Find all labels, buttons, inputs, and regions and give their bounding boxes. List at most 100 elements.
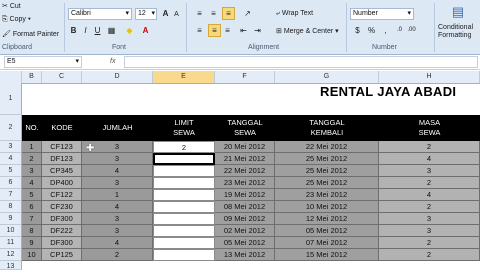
cell-jumlah[interactable]: 1 — [82, 189, 153, 201]
cell-tanggal-kembali[interactable]: 10 Mei 2012 — [275, 201, 379, 213]
cell-jumlah[interactable]: 4 — [82, 237, 153, 249]
cell-jumlah[interactable]: 4 — [82, 201, 153, 213]
column-header[interactable]: D — [82, 71, 153, 83]
cell-tanggal-sewa[interactable]: 09 Mei 2012 — [215, 213, 275, 225]
cell-limit[interactable] — [153, 189, 215, 201]
cell-no[interactable]: 9 — [22, 237, 42, 249]
grow-font-icon[interactable]: A — [160, 8, 171, 19]
copy-button[interactable]: ⎘ Copy ▾ — [2, 16, 31, 24]
cell-jumlah[interactable]: 3 — [82, 213, 153, 225]
cell-tanggal-kembali[interactable]: 15 Mei 2012 — [275, 249, 379, 261]
cell-no[interactable]: 5 — [22, 189, 42, 201]
row-header[interactable]: 7 — [0, 189, 22, 201]
align-left-icon[interactable]: ≡ — [194, 25, 205, 36]
borders-icon[interactable]: ▦ — [106, 25, 117, 36]
cell-tanggal-sewa[interactable]: 20 Mei 2012 — [215, 141, 275, 153]
cell-tanggal-sewa[interactable]: 05 Mei 2012 — [215, 237, 275, 249]
cell-masa-sewa[interactable]: 4 — [379, 189, 480, 201]
row-header[interactable]: 4 — [0, 153, 22, 165]
cell-no[interactable]: 10 — [22, 249, 42, 261]
cell-kode[interactable]: DP400 — [42, 177, 82, 189]
fx-icon[interactable]: fx — [110, 58, 115, 65]
cell-limit-selected[interactable] — [153, 153, 215, 165]
cell-masa-sewa[interactable]: 3 — [379, 225, 480, 237]
cell-tanggal-sewa[interactable]: 13 Mei 2012 — [215, 249, 275, 261]
wrap-text-button[interactable]: ⤶ Wrap Text — [276, 10, 313, 18]
row-header[interactable]: 1 — [0, 83, 22, 115]
font-color-icon[interactable]: A — [140, 25, 151, 36]
cell-tanggal-kembali[interactable]: 07 Mei 2012 — [275, 237, 379, 249]
column-header[interactable]: G — [275, 71, 379, 83]
cell-tanggal-sewa[interactable]: 19 Mei 2012 — [215, 189, 275, 201]
cell-kode[interactable]: CF122 — [42, 189, 82, 201]
column-header[interactable]: H — [379, 71, 480, 83]
cell-limit[interactable]: 2 — [153, 141, 215, 153]
cell-tanggal-kembali[interactable]: 25 Mei 2012 — [275, 153, 379, 165]
row-header[interactable]: 13 — [0, 261, 22, 270]
cell-kode[interactable]: CP125 — [42, 249, 82, 261]
orientation-icon[interactable]: ↗ — [242, 8, 253, 19]
row-header[interactable]: 6 — [0, 177, 22, 189]
cell-masa-sewa[interactable]: 2 — [379, 177, 480, 189]
cell-kode[interactable]: DF300 — [42, 213, 82, 225]
currency-icon[interactable]: $ — [352, 25, 363, 36]
cell-limit[interactable] — [153, 201, 215, 213]
cell-limit[interactable] — [153, 165, 215, 177]
percent-icon[interactable]: % — [366, 25, 377, 36]
align-bottom-icon[interactable]: ≡ — [222, 7, 235, 20]
cell-masa-sewa[interactable]: 4 — [379, 153, 480, 165]
cell-no[interactable]: 7 — [22, 213, 42, 225]
cell-jumlah[interactable]: 3 — [82, 153, 153, 165]
row-header[interactable]: 10 — [0, 225, 22, 237]
cell-kode[interactable]: DF222 — [42, 225, 82, 237]
bold-icon[interactable]: B — [68, 25, 79, 36]
cell-no[interactable]: 2 — [22, 153, 42, 165]
row-header[interactable]: 2 — [0, 115, 22, 141]
row-header[interactable]: 3 — [0, 141, 22, 153]
cell-no[interactable]: 3 — [22, 165, 42, 177]
row-header[interactable]: 8 — [0, 201, 22, 213]
cell-kode[interactable]: CP345 — [42, 165, 82, 177]
name-box[interactable]: E5 ▾ — [4, 56, 82, 68]
column-header[interactable]: C — [42, 71, 82, 83]
row-header[interactable]: 9 — [0, 213, 22, 225]
cell-limit[interactable] — [153, 213, 215, 225]
cell-jumlah[interactable]: 3 — [82, 225, 153, 237]
cell-limit[interactable] — [153, 237, 215, 249]
font-size-dropdown[interactable]: 12 ▾ — [135, 8, 157, 20]
cell-no[interactable]: 6 — [22, 201, 42, 213]
cell-masa-sewa[interactable]: 3 — [379, 213, 480, 225]
cell-limit[interactable] — [153, 177, 215, 189]
cell-limit[interactable] — [153, 249, 215, 261]
fill-color-icon[interactable]: ◆ — [124, 25, 135, 36]
cell-tanggal-sewa[interactable]: 23 Mei 2012 — [215, 177, 275, 189]
cell-no[interactable]: 4 — [22, 177, 42, 189]
cell-tanggal-sewa[interactable]: 22 Mei 2012 — [215, 165, 275, 177]
font-name-dropdown[interactable]: Calibri ▾ — [68, 8, 132, 20]
shrink-font-icon[interactable]: A — [171, 9, 182, 20]
column-header[interactable]: B — [22, 71, 42, 83]
cell-limit[interactable] — [153, 225, 215, 237]
cell-tanggal-kembali[interactable]: 23 Mei 2012 — [275, 189, 379, 201]
cell-jumlah[interactable]: 3 — [82, 177, 153, 189]
cell-tanggal-sewa[interactable]: 21 Mei 2012 — [215, 153, 275, 165]
number-format-dropdown[interactable]: Number ▾ — [350, 8, 414, 20]
cell-masa-sewa[interactable]: 2 — [379, 237, 480, 249]
conditional-formatting-button[interactable]: Conditional Formatting — [438, 24, 478, 40]
cell-masa-sewa[interactable]: 2 — [379, 201, 480, 213]
cell-kode[interactable]: DF123 — [42, 153, 82, 165]
column-header[interactable]: F — [215, 71, 275, 83]
increase-decimal-icon[interactable]: .0 — [394, 25, 405, 36]
format-painter-button[interactable]: 🖌 Format Painter — [2, 30, 59, 38]
conditional-formatting-icon[interactable]: ▤ — [450, 4, 466, 20]
cell-tanggal-kembali[interactable]: 25 Mei 2012 — [275, 177, 379, 189]
decrease-indent-icon[interactable]: ⇤ — [238, 25, 249, 36]
cell-kode[interactable]: CF230 — [42, 201, 82, 213]
decrease-decimal-icon[interactable]: .00 — [406, 25, 417, 36]
cell-tanggal-kembali[interactable]: 12 Mei 2012 — [275, 213, 379, 225]
row-header[interactable]: 11 — [0, 237, 22, 249]
row-header[interactable]: 12 — [0, 249, 22, 261]
comma-style-icon[interactable]: , — [380, 25, 391, 36]
formula-input[interactable] — [124, 56, 478, 68]
align-center-icon[interactable]: ≡ — [208, 24, 221, 37]
